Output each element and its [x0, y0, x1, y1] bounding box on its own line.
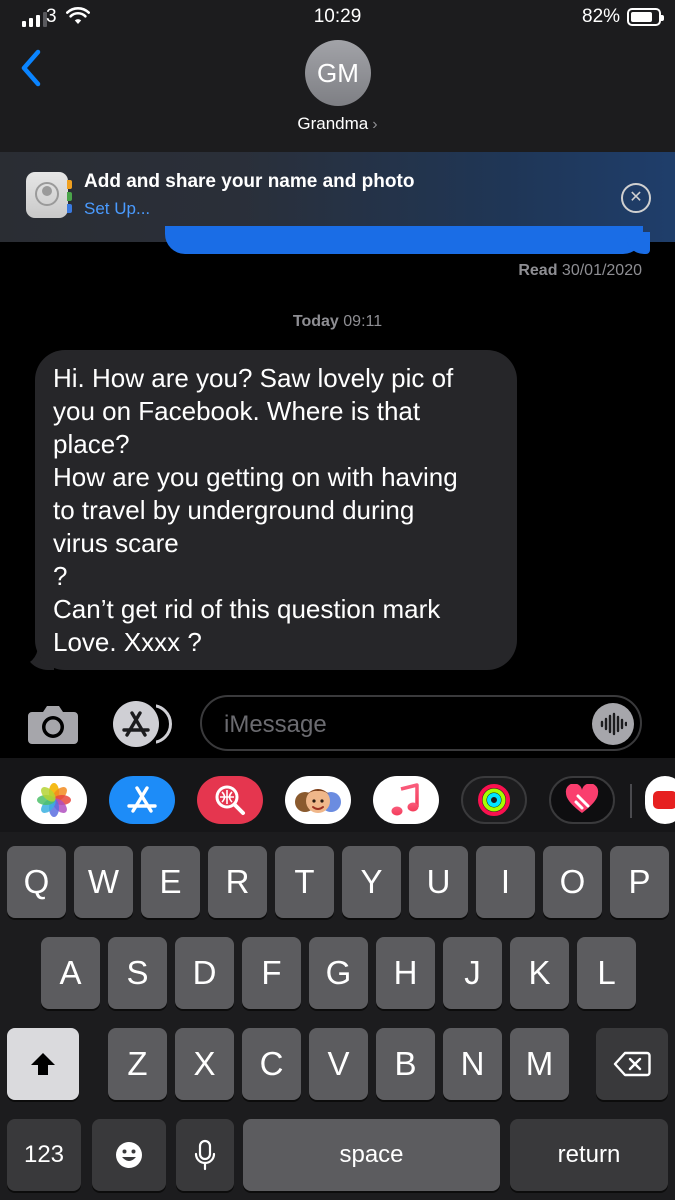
- key-v[interactable]: V: [309, 1028, 368, 1100]
- key-b[interactable]: B: [376, 1028, 435, 1100]
- key-e[interactable]: E: [141, 846, 200, 918]
- previous-outgoing-message: [165, 226, 643, 254]
- app-store-icon[interactable]: [113, 701, 172, 747]
- key-j[interactable]: J: [443, 937, 502, 1009]
- status-time: 10:29: [313, 6, 362, 27]
- key-u[interactable]: U: [409, 846, 468, 918]
- banner-title: Add and share your name and photo: [84, 171, 415, 192]
- day-label: Today: [292, 313, 339, 330]
- key-p[interactable]: P: [610, 846, 669, 918]
- key-a[interactable]: A: [41, 937, 100, 1009]
- audio-waveform-icon[interactable]: [592, 703, 634, 745]
- music-app-icon[interactable]: [373, 776, 439, 824]
- app-store-app-icon[interactable]: [109, 776, 175, 824]
- read-receipt: Read 30/01/2020: [518, 262, 642, 280]
- key-s[interactable]: S: [108, 937, 167, 1009]
- imessage-input[interactable]: [222, 707, 586, 743]
- digital-touch-app-icon[interactable]: [549, 776, 615, 824]
- photos-app-icon[interactable]: [21, 776, 87, 824]
- key-x[interactable]: X: [175, 1028, 234, 1100]
- key-m[interactable]: M: [510, 1028, 569, 1100]
- key-f[interactable]: F: [242, 937, 301, 1009]
- setup-link[interactable]: Set Up...: [84, 199, 150, 219]
- contacts-app-icon: [26, 172, 72, 218]
- key-d[interactable]: D: [175, 937, 234, 1009]
- drawer-divider: [630, 784, 632, 818]
- read-date: 30/01/2020: [561, 262, 642, 279]
- camera-icon[interactable]: [26, 703, 80, 745]
- key-z[interactable]: Z: [108, 1028, 167, 1100]
- key-y[interactable]: Y: [342, 846, 401, 918]
- key-i[interactable]: I: [476, 846, 535, 918]
- close-circle-icon[interactable]: ✕: [621, 183, 651, 213]
- key-h[interactable]: H: [376, 937, 435, 1009]
- message-input-field[interactable]: [200, 695, 642, 751]
- image-search-app-icon[interactable]: [197, 776, 263, 824]
- numbers-key[interactable]: 123: [7, 1119, 81, 1191]
- contact-avatar[interactable]: GM: [305, 40, 371, 106]
- memoji-stickers-app-icon[interactable]: [285, 776, 351, 824]
- space-key[interactable]: space: [243, 1119, 500, 1191]
- day-time: 09:11: [343, 313, 383, 330]
- key-t[interactable]: T: [275, 846, 334, 918]
- key-n[interactable]: N: [443, 1028, 502, 1100]
- battery-percentage: 82%: [582, 6, 621, 27]
- key-q[interactable]: Q: [7, 846, 66, 918]
- key-w[interactable]: W: [74, 846, 133, 918]
- incoming-message-text: Hi. How are you? Saw lovely pic of you o…: [53, 363, 458, 657]
- key-c[interactable]: C: [242, 1028, 301, 1100]
- chevron-left-icon[interactable]: [18, 48, 44, 88]
- read-label: Read: [518, 262, 558, 279]
- chevron-right-icon: ›: [372, 116, 378, 133]
- shift-icon[interactable]: [7, 1028, 79, 1100]
- key-g[interactable]: G: [309, 937, 368, 1009]
- key-k[interactable]: K: [510, 937, 569, 1009]
- partial-app-icon[interactable]: [645, 776, 675, 824]
- delete-backspace-icon[interactable]: [596, 1028, 668, 1100]
- emoji-icon[interactable]: [92, 1119, 166, 1191]
- message-timestamp: Today 09:11: [0, 313, 675, 331]
- return-key[interactable]: return: [510, 1119, 668, 1191]
- battery-icon: [627, 8, 664, 26]
- key-r[interactable]: R: [208, 846, 267, 918]
- microphone-icon[interactable]: [176, 1119, 234, 1191]
- contact-name-button[interactable]: Grandma ›: [0, 114, 675, 134]
- key-l[interactable]: L: [577, 937, 636, 1009]
- contact-name: Grandma: [297, 114, 369, 133]
- activity-app-icon[interactable]: [461, 776, 527, 824]
- key-o[interactable]: O: [543, 846, 602, 918]
